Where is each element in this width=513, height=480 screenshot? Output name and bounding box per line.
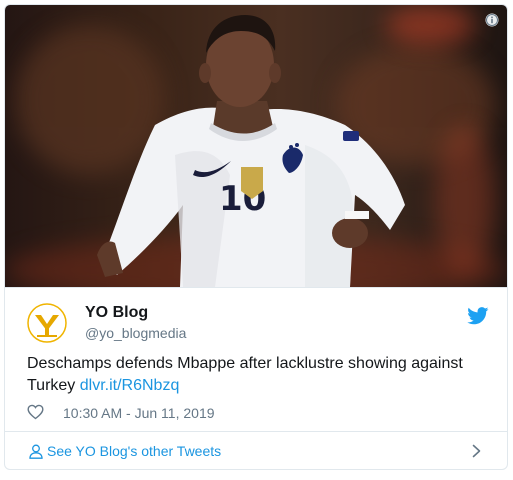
player-illustration: 10 <box>97 15 405 287</box>
heart-icon[interactable] <box>27 404 44 420</box>
embedded-tweet-card: 10 YO Blog @yo_blogmedia Deschamps defen… <box>4 4 508 470</box>
account-handle[interactable]: @yo_blogmedia <box>85 325 186 341</box>
avatar[interactable] <box>27 303 67 343</box>
twitter-bird-icon[interactable] <box>467 307 489 325</box>
info-icon[interactable] <box>485 13 499 27</box>
account-name[interactable]: YO Blog <box>85 304 148 322</box>
tweet-media-image[interactable]: 10 <box>5 5 507 288</box>
chevron-right-icon[interactable] <box>472 444 481 458</box>
person-icon <box>29 444 43 459</box>
tweet-header: YO Blog @yo_blogmedia <box>21 301 491 345</box>
tweet-link[interactable]: dlvr.it/R6Nbzq <box>80 377 180 394</box>
see-other-tweets-link[interactable]: See YO Blog's other Tweets <box>47 443 221 459</box>
tweet-text: Deschamps defends Mbappe after lacklustr… <box>27 353 489 397</box>
other-tweets-footer[interactable]: See YO Blog's other Tweets <box>5 431 507 469</box>
tweet-timestamp[interactable]: 10:30 AM - Jun 11, 2019 <box>63 405 215 421</box>
